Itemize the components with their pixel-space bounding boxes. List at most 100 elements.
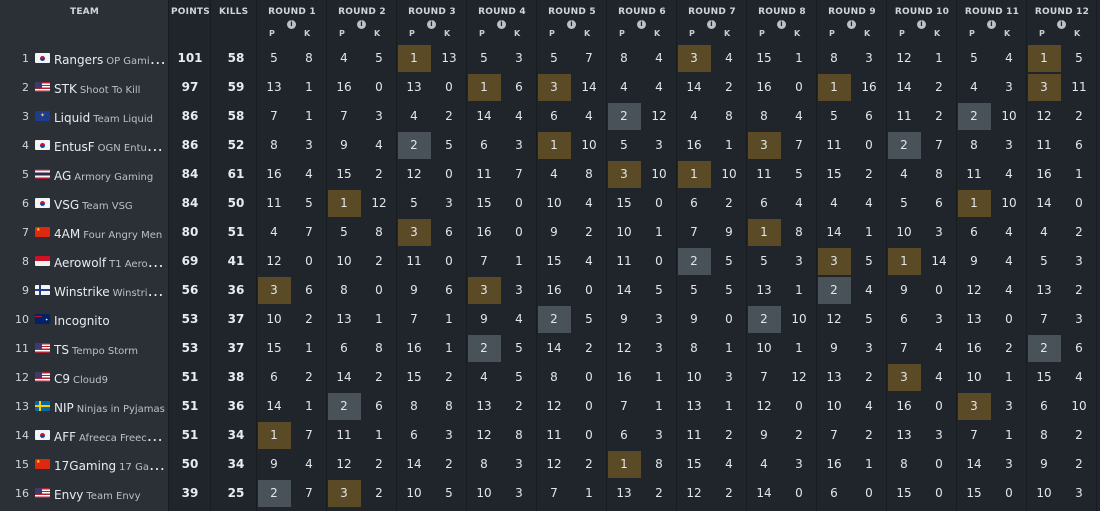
team-name[interactable]: AFF Afreeca Freecs Fox bbox=[54, 421, 166, 450]
round-info-icon[interactable]: i bbox=[567, 20, 576, 29]
team-name[interactable]: Aerowolf T1 Aerowolf bbox=[54, 247, 166, 276]
round-place: 4 bbox=[760, 457, 768, 471]
team-points: 53 bbox=[181, 312, 199, 326]
team-row[interactable]: 8 Aerowolf T1 Aerowolf 69 41 12 0 10 2 11 0 7 1 15 4 11… bbox=[0, 247, 1100, 276]
round-kills: 0 bbox=[445, 167, 453, 181]
team-row[interactable]: 14 AFF Afreeca Freecs Fox 51 34 1 7 11 1 6 3 12 8 11 0… bbox=[0, 421, 1100, 450]
team-row[interactable]: 9WinstrikeWinstrike Team5636368096331601… bbox=[0, 276, 1100, 305]
round-place: 3 bbox=[690, 51, 698, 65]
round-header[interactable]: ROUND 9 bbox=[817, 7, 887, 17]
round-place: 14 bbox=[896, 80, 912, 94]
round-kills: 10 bbox=[581, 138, 597, 152]
round-kills: 8 bbox=[375, 341, 383, 355]
round-kills: 0 bbox=[865, 138, 873, 152]
team-name[interactable]: 4AM Four Angry Men bbox=[54, 218, 166, 247]
round-info-icon[interactable]: i bbox=[847, 20, 856, 29]
round-kills: 2 bbox=[375, 167, 383, 181]
round-place: 13 bbox=[616, 486, 632, 500]
team-row[interactable]: 6 VSG Team VSG 84 50 11 5 1 12 5 3 15 0 10 4 15 0 6 2 6 4 4 4 5… bbox=[0, 189, 1100, 218]
round-info-icon[interactable]: i bbox=[287, 20, 296, 29]
round-place: 12 bbox=[616, 341, 632, 355]
round-header[interactable]: ROUND 12 bbox=[1027, 7, 1097, 17]
round-kills: 5 bbox=[515, 341, 523, 355]
round-header[interactable]: ROUND 1 bbox=[257, 7, 327, 17]
round-header[interactable]: ROUND 4 bbox=[467, 7, 537, 17]
place-subheader: P bbox=[899, 29, 905, 38]
round-place: 12 bbox=[476, 428, 492, 442]
team-name[interactable]: Liquid Team Liquid bbox=[54, 102, 166, 131]
team-row[interactable]: 4EntusFOGN Entus Force865283942563110531… bbox=[0, 131, 1100, 160]
round-kills: 1 bbox=[655, 370, 663, 384]
kills-header[interactable]: KILLS bbox=[219, 7, 248, 17]
team-full-name: Team Envy bbox=[86, 491, 141, 502]
round-info-icon[interactable]: i bbox=[777, 20, 786, 29]
round-kills: 2 bbox=[1075, 457, 1083, 471]
round-kills: 0 bbox=[445, 254, 453, 268]
round-header[interactable]: ROUND 3 bbox=[397, 7, 467, 17]
team-row[interactable]: 15★17Gaming17 Gaming50349412214283122181… bbox=[0, 450, 1100, 479]
team-row[interactable]: 7 ★ 4AM Four Angry Men 80 51 4 7 5 8 3 6 16 0 9 2 10 1 7 9 1… bbox=[0, 218, 1100, 247]
round-info-icon[interactable]: i bbox=[637, 20, 646, 29]
team-kills: 51 bbox=[227, 225, 245, 239]
team-row[interactable]: 3 ✦ Liquid Team Liquid 86 58 7 1 7 3 4 2 14 4 6 4 2 12 4 8 8… bbox=[0, 102, 1100, 131]
place-subheader: P bbox=[759, 29, 765, 38]
round-place: 10 bbox=[826, 399, 842, 413]
round-place: 6 bbox=[550, 109, 558, 123]
team-full-name: Team VSG bbox=[82, 201, 133, 212]
points-header[interactable]: POINTS bbox=[171, 7, 210, 17]
team-name[interactable]: Envy Team Envy bbox=[54, 479, 166, 508]
round-kills: 10 bbox=[1001, 109, 1017, 123]
round-info-icon[interactable]: i bbox=[1057, 20, 1066, 29]
round-header[interactable]: ROUND 6 bbox=[607, 7, 677, 17]
round-info-icon[interactable]: i bbox=[427, 20, 436, 29]
round-header[interactable]: ROUND 10 bbox=[887, 7, 957, 17]
team-short-name: 17Gaming bbox=[54, 459, 117, 473]
team-name[interactable]: RangersOP Gaming Rangers bbox=[54, 44, 166, 73]
team-row[interactable]: 5 AG Armory Gaming 84 61 16 4 15 2 12 0 11 7 4 8 3 10 1 10… bbox=[0, 160, 1100, 189]
round-kills: 3 bbox=[1005, 457, 1013, 471]
round-header[interactable]: ROUND 7 bbox=[677, 7, 747, 17]
team-name[interactable]: STK Shoot To Kill bbox=[54, 73, 166, 102]
round-info-icon[interactable]: i bbox=[707, 20, 716, 29]
round-info-icon[interactable]: i bbox=[497, 20, 506, 29]
round-place: 10 bbox=[1036, 486, 1052, 500]
team-name[interactable]: Incognito bbox=[54, 305, 166, 334]
round-place: 3 bbox=[480, 283, 488, 297]
team-name[interactable]: C9 Cloud9 bbox=[54, 363, 166, 392]
team-kills: 41 bbox=[227, 254, 245, 268]
round-place: 5 bbox=[410, 196, 418, 210]
team-name[interactable]: TS Tempo Storm bbox=[54, 334, 166, 363]
rank-number: 3 bbox=[22, 110, 29, 123]
team-name[interactable]: AG Armory Gaming bbox=[54, 160, 166, 189]
round-header[interactable]: ROUND 2 bbox=[327, 7, 397, 17]
round-kills: 6 bbox=[1075, 341, 1083, 355]
team-row[interactable]: 1RangersOP Gaming Rangers101585845113535… bbox=[0, 44, 1100, 73]
team-row[interactable]: 13 NIP Ninjas in Pyjamas 51 36 14 1 2 6 8 8 13 2 12 0 7… bbox=[0, 392, 1100, 421]
team-name[interactable]: 17Gaming17 Gaming bbox=[54, 450, 166, 479]
team-row[interactable]: 16 Envy Team Envy 39 25 2 7 3 2 10 5 10 3 7 1 13 2 12 2 14 0… bbox=[0, 479, 1100, 508]
team-header[interactable]: TEAM bbox=[70, 7, 99, 17]
team-name[interactable]: NIP Ninjas in Pyjamas bbox=[54, 392, 166, 421]
team-row[interactable]: 11 TS Tempo Storm 53 37 15 1 6 8 16 1 2 5 14 2 12 3 8 1 10 1… bbox=[0, 334, 1100, 363]
round-place: 12 bbox=[546, 457, 562, 471]
round-header[interactable]: ROUND 11 bbox=[957, 7, 1027, 17]
round-place: 5 bbox=[480, 51, 488, 65]
round-kills: 5 bbox=[445, 486, 453, 500]
team-row[interactable]: 12 C9 Cloud9 51 38 6 2 14 2 15 2 4 5 8 0 16 1 10 3 7 12 13 2 3 4… bbox=[0, 363, 1100, 392]
team-row[interactable]: 10 ✦ Incognito 53 37 10 2 13 1 7 1 9 4 2 5 9 3 9 0 2 10 12 5 6 3… bbox=[0, 305, 1100, 334]
round-header[interactable]: ROUND 8 bbox=[747, 7, 817, 17]
round-kills: 0 bbox=[1075, 196, 1083, 210]
round-place: 1 bbox=[480, 80, 488, 94]
round-info-icon[interactable]: i bbox=[987, 20, 996, 29]
team-name[interactable]: VSG Team VSG bbox=[54, 189, 166, 218]
team-name[interactable]: WinstrikeWinstrike Team bbox=[54, 276, 166, 305]
round-kills: 8 bbox=[795, 225, 803, 239]
team-short-name: 4AM bbox=[54, 227, 81, 241]
team-row[interactable]: 2 STK Shoot To Kill 97 59 13 1 16 0 13 0 1 6 3 14 4 4 14 2… bbox=[0, 73, 1100, 102]
team-name[interactable]: EntusFOGN Entus Force bbox=[54, 131, 166, 160]
round-info-icon[interactable]: i bbox=[917, 20, 926, 29]
round-info-icon[interactable]: i bbox=[357, 20, 366, 29]
round-place: 7 bbox=[970, 428, 978, 442]
rank-number: 11 bbox=[15, 342, 29, 355]
round-header[interactable]: ROUND 5 bbox=[537, 7, 607, 17]
